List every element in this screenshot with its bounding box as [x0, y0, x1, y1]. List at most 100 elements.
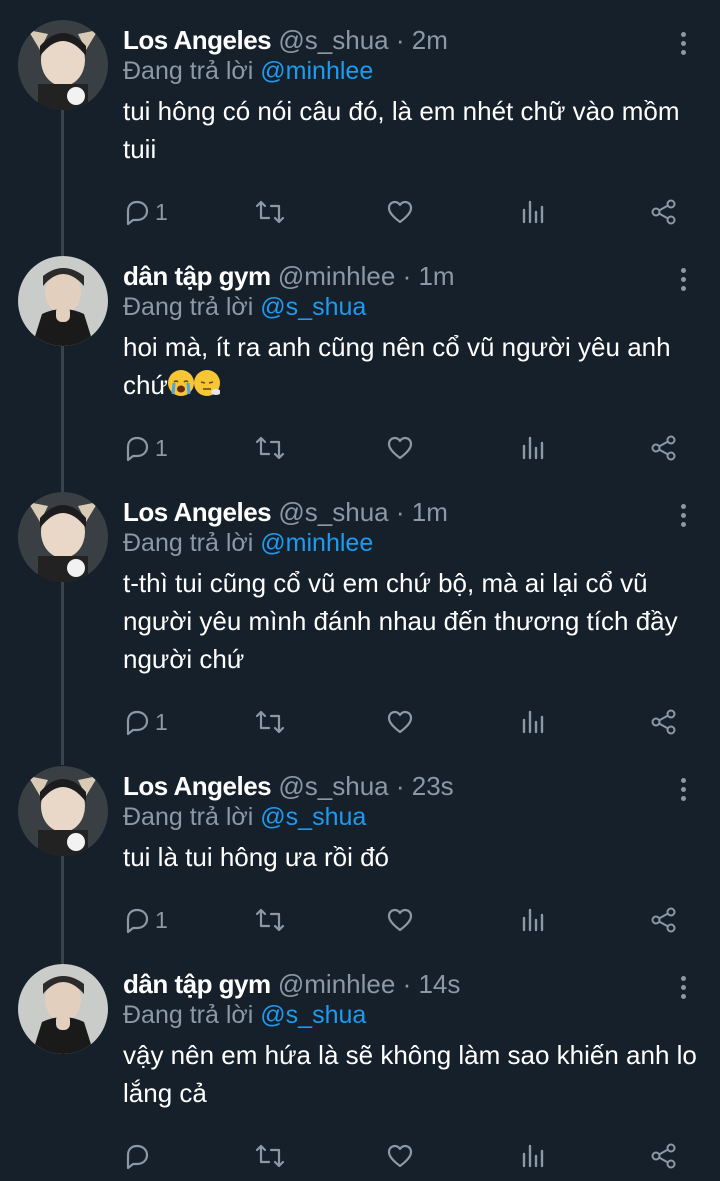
heart-icon	[387, 436, 413, 460]
display-name[interactable]: dân tập gym	[123, 969, 271, 999]
views-button[interactable]	[520, 430, 546, 466]
avatar[interactable]	[18, 766, 108, 856]
separator-dot: ·	[395, 497, 405, 527]
user-handle[interactable]: @minhlee	[278, 261, 395, 291]
share-button[interactable]	[650, 704, 678, 740]
share-button[interactable]	[650, 902, 678, 938]
views-button[interactable]	[520, 194, 546, 230]
avatar[interactable]	[18, 964, 108, 1054]
views-icon	[522, 908, 544, 932]
timestamp[interactable]: 23s	[412, 771, 454, 801]
user-handle[interactable]: @minhlee	[278, 969, 395, 999]
separator-dot: ·	[395, 771, 405, 801]
loudly-crying-face-emoji	[167, 370, 194, 396]
reply-icon	[126, 1144, 149, 1170]
tweet-actions: 1	[0, 194, 720, 230]
reply-button[interactable]: 1	[123, 704, 168, 740]
display-name[interactable]: Los Angeles	[123, 771, 272, 801]
reply-mention[interactable]: @s_shua	[260, 803, 366, 831]
tweet[interactable]: dân tập gym @minhlee · 1m Đang trả lời @…	[0, 256, 720, 476]
reply-button[interactable]: 1	[123, 430, 168, 466]
views-button[interactable]	[520, 1138, 546, 1174]
reply-prefix: Đang trả lời	[123, 529, 254, 557]
tweet[interactable]: Los Angeles @s_shua · 1m Đang trả lời @m…	[0, 492, 720, 752]
user-handle[interactable]: @s_shua	[278, 497, 388, 527]
views-button[interactable]	[520, 902, 546, 938]
retweet-icon	[255, 710, 285, 734]
share-button[interactable]	[650, 430, 678, 466]
reply-count: 1	[155, 708, 168, 735]
reply-mention[interactable]: @s_shua	[260, 1001, 366, 1029]
views-icon	[522, 200, 544, 224]
share-icon	[651, 199, 676, 225]
reply-mention[interactable]: @s_shua	[260, 293, 366, 321]
display-name[interactable]: Los Angeles	[123, 497, 272, 527]
share-icon	[651, 709, 676, 735]
tweet-actions: 1	[0, 704, 720, 740]
views-icon	[522, 436, 544, 460]
more-options-icon[interactable]	[674, 778, 692, 808]
avatar[interactable]	[18, 20, 108, 110]
timestamp[interactable]: 1m	[418, 261, 454, 291]
display-name[interactable]: Los Angeles	[123, 25, 272, 55]
reply-count: 1	[155, 434, 168, 461]
separator-dot: ·	[395, 25, 405, 55]
reply-button[interactable]	[123, 1138, 155, 1174]
user-handle[interactable]: @s_shua	[278, 25, 388, 55]
timestamp[interactable]: 2m	[412, 25, 448, 55]
more-options-icon[interactable]	[674, 976, 692, 1006]
tweet[interactable]: dân tập gym @minhlee · 14s Đang trả lời …	[0, 964, 720, 1181]
avatar[interactable]	[18, 256, 108, 346]
tweet-actions: 1	[0, 902, 720, 938]
tweet-text: vậy nên em hứa là sẽ không làm sao khiến…	[123, 1040, 697, 1108]
retweet-icon	[255, 1144, 285, 1168]
separator-dot: ·	[402, 261, 412, 291]
retweet-button[interactable]	[255, 704, 285, 740]
reply-mention[interactable]: @minhlee	[260, 57, 373, 85]
face-with-steam-emoji	[193, 370, 221, 396]
tweet-text: t-thì tui cũng cổ vũ em chứ bộ, mà ai lạ…	[123, 568, 678, 674]
tweet-actions	[0, 1138, 720, 1174]
retweet-button[interactable]	[255, 902, 285, 938]
retweet-button[interactable]	[255, 1138, 285, 1174]
display-name[interactable]: dân tập gym	[123, 261, 271, 291]
reply-count: 1	[155, 906, 168, 933]
like-button[interactable]	[386, 902, 414, 938]
like-button[interactable]	[386, 704, 414, 740]
retweet-button[interactable]	[255, 194, 285, 230]
replying-to: Đang trả lời @s_shua	[123, 998, 366, 1032]
reply-prefix: Đang trả lời	[123, 1001, 254, 1029]
timestamp[interactable]: 14s	[418, 969, 460, 999]
user-handle[interactable]: @s_shua	[278, 771, 388, 801]
views-button[interactable]	[520, 704, 546, 740]
reply-icon	[126, 710, 149, 736]
reply-mention[interactable]: @minhlee	[260, 529, 373, 557]
share-button[interactable]	[650, 194, 678, 230]
more-options-icon[interactable]	[674, 504, 692, 534]
reply-icon	[126, 436, 149, 462]
more-options-icon[interactable]	[674, 268, 692, 298]
timestamp[interactable]: 1m	[412, 497, 448, 527]
tweet[interactable]: Los Angeles @s_shua · 23s Đang trả lời @…	[0, 766, 720, 956]
retweet-icon	[255, 200, 285, 224]
heart-icon	[387, 908, 413, 932]
tweet-text: tui là tui hông ưa rồi đó	[123, 842, 390, 872]
more-options-icon[interactable]	[674, 32, 692, 62]
share-button[interactable]	[650, 1138, 678, 1174]
views-icon	[522, 1144, 544, 1168]
reply-count: 1	[155, 198, 168, 225]
tweet-text: hoi mà, ít ra anh cũng nên cổ vũ người y…	[123, 328, 703, 404]
like-button[interactable]	[386, 430, 414, 466]
tweet-text: tui hông có nói câu đó, là em nhét chữ v…	[123, 96, 680, 164]
reply-button[interactable]: 1	[123, 902, 168, 938]
like-button[interactable]	[386, 194, 414, 230]
like-button[interactable]	[386, 1138, 414, 1174]
share-icon	[651, 435, 676, 461]
tweet[interactable]: Los Angeles @s_shua · 2m Đang trả lời @m…	[0, 20, 720, 240]
reply-prefix: Đang trả lời	[123, 803, 254, 831]
avatar[interactable]	[18, 492, 108, 582]
heart-icon	[387, 200, 413, 224]
retweet-button[interactable]	[255, 430, 285, 466]
replying-to: Đang trả lời @minhlee	[123, 526, 373, 560]
reply-button[interactable]: 1	[123, 194, 168, 230]
